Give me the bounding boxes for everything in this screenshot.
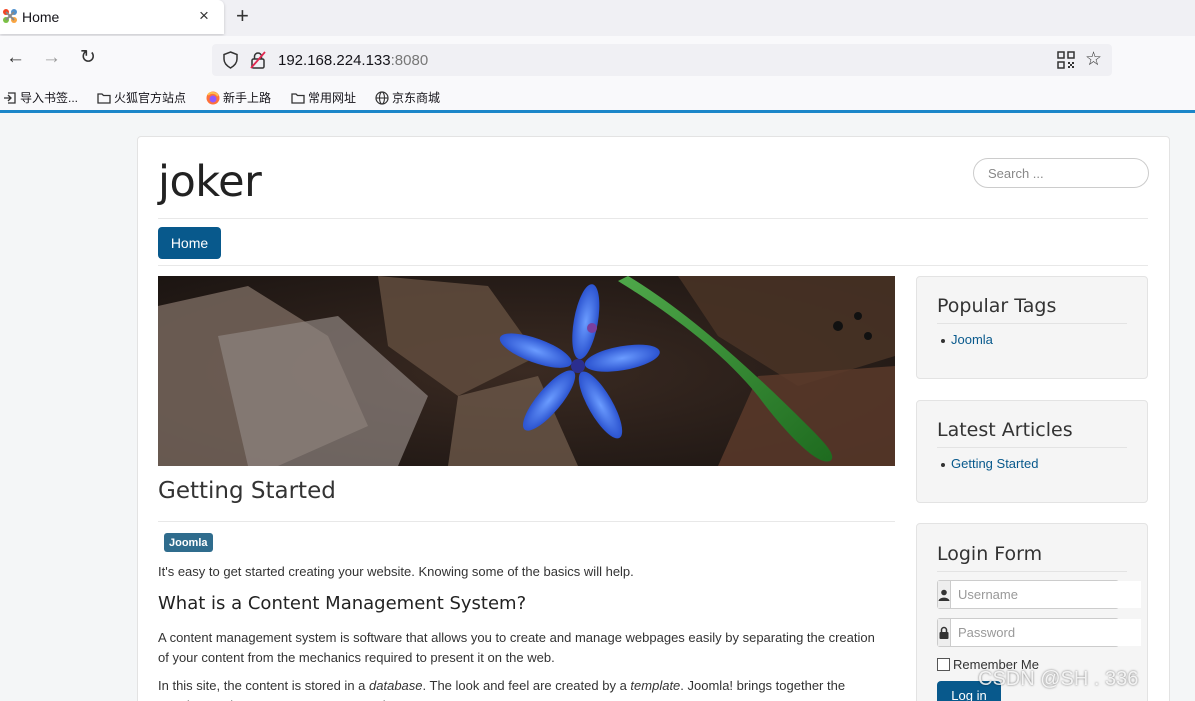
site-title[interactable]: joker xyxy=(158,157,262,207)
tag-link-joomla[interactable]: Joomla xyxy=(951,332,993,347)
watermark-text: CSDN @SH . 336 xyxy=(978,668,1139,690)
latest-articles-module: Latest Articles Getting Started xyxy=(916,400,1148,503)
new-tab-icon[interactable]: + xyxy=(236,4,249,28)
article-link-getting-started[interactable]: Getting Started xyxy=(951,456,1038,471)
browser-navigation-bar: ← → ↻ 192.168.224.133:8080 ☆ xyxy=(0,36,1195,82)
bookmarks-bar: 导入书签... 火狐官方站点 新手上路 常用网址 京东商城 xyxy=(0,82,1195,110)
joomla-favicon-icon xyxy=(3,9,17,23)
bookmark-star-icon[interactable]: ☆ xyxy=(1085,50,1102,70)
bullet xyxy=(941,463,945,467)
bookmark-label: 导入书签... xyxy=(20,91,79,105)
text-run: In this site, the content is stored in a xyxy=(158,678,370,693)
bookmark-label: 新手上路 xyxy=(223,91,272,105)
shield-icon[interactable] xyxy=(222,51,239,69)
search-input[interactable] xyxy=(973,158,1149,188)
url-host: 192.168.224.133 xyxy=(278,52,391,69)
remember-me-checkbox[interactable] xyxy=(937,658,950,671)
divider xyxy=(937,447,1127,448)
address-bar[interactable]: 192.168.224.133:8080 ☆ xyxy=(212,44,1112,76)
back-icon[interactable]: ← xyxy=(6,48,25,68)
firefox-icon xyxy=(206,91,220,104)
globe-icon xyxy=(375,90,389,105)
folder-icon xyxy=(97,92,111,104)
close-tab-icon[interactable]: × xyxy=(199,6,209,26)
divider xyxy=(937,571,1127,572)
password-field-group xyxy=(937,618,1141,647)
folder-icon xyxy=(291,92,305,104)
divider xyxy=(937,323,1127,324)
emphasis-database: database xyxy=(369,678,423,693)
url-text: 192.168.224.133:8080 xyxy=(278,52,428,69)
insecure-lock-icon[interactable] xyxy=(250,51,266,69)
popular-tags-module: Popular Tags Joomla xyxy=(916,276,1148,379)
user-icon xyxy=(938,581,951,608)
article-paragraph: In this site, the content is stored in a… xyxy=(158,676,888,701)
import-icon xyxy=(4,91,16,104)
browser-tab-bar: Home × + xyxy=(0,0,1195,36)
qr-code-icon[interactable] xyxy=(1057,51,1075,69)
username-field-group xyxy=(937,580,1141,609)
bullet xyxy=(941,339,945,343)
reload-icon[interactable]: ↻ xyxy=(80,48,96,68)
article-title[interactable]: Getting Started xyxy=(158,478,336,504)
nav-home-button[interactable]: Home xyxy=(158,227,221,259)
bookmark-jd[interactable]: 京东商城 xyxy=(375,89,440,106)
article-paragraph: A content management system is software … xyxy=(158,630,875,665)
password-input[interactable] xyxy=(951,619,1141,646)
forward-icon[interactable]: → xyxy=(42,48,61,68)
bookmark-label: 常用网址 xyxy=(308,91,357,105)
article-subheading: What is a Content Management System? xyxy=(158,593,527,614)
browser-tab-home[interactable]: Home × xyxy=(0,0,224,34)
emphasis-template: template xyxy=(630,678,681,693)
page-viewport: joker Home xyxy=(0,113,1195,701)
divider xyxy=(158,218,1148,219)
tab-title: Home xyxy=(22,9,60,25)
bookmark-label: 京东商城 xyxy=(392,91,441,105)
bookmark-getting-started[interactable]: 新手上路 xyxy=(206,89,271,106)
bookmark-label: 火狐官方站点 xyxy=(114,91,187,105)
bookmark-import[interactable]: 导入书签... xyxy=(3,89,78,106)
article-intro: It's easy to get started creating your w… xyxy=(158,564,634,579)
divider xyxy=(158,265,1148,266)
module-title: Popular Tags xyxy=(937,295,1057,317)
url-port: :8080 xyxy=(390,52,429,69)
bookmark-common-sites[interactable]: 常用网址 xyxy=(291,89,356,106)
tag-badge[interactable]: Joomla xyxy=(164,533,213,552)
divider xyxy=(158,521,895,522)
username-input[interactable] xyxy=(951,581,1141,608)
site-container: joker Home xyxy=(137,136,1170,701)
header-banner-image xyxy=(158,276,895,466)
module-title: Latest Articles xyxy=(937,419,1073,441)
module-title: Login Form xyxy=(937,543,1043,565)
lock-icon xyxy=(938,619,951,646)
text-run: . The look and feel are created by a xyxy=(422,678,631,693)
bookmark-firefox-site[interactable]: 火狐官方站点 xyxy=(97,89,186,106)
